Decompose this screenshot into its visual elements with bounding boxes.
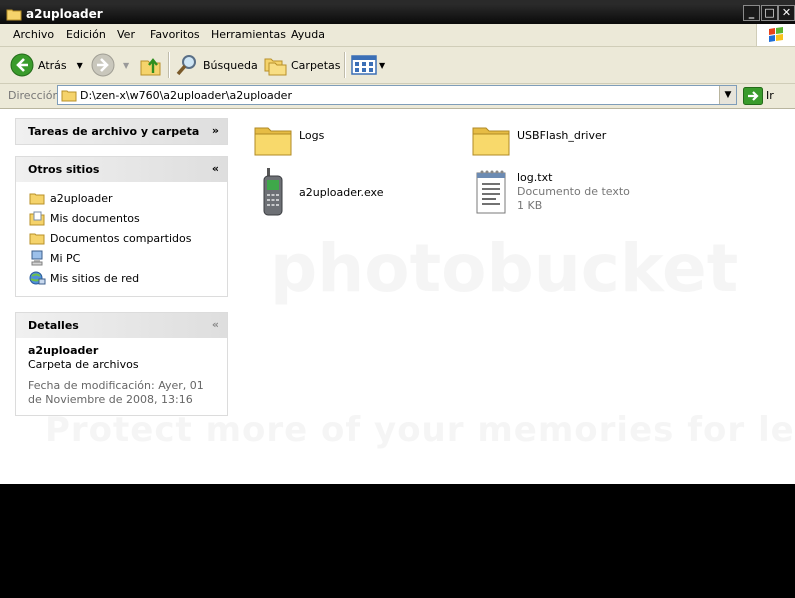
close-button[interactable]: ✕ (778, 5, 795, 21)
back-label: Atrás (38, 58, 67, 72)
menu-bar: Archivo Edición Ver Favoritos Herramient… (0, 24, 795, 47)
back-arrow-icon (10, 53, 34, 77)
empty-desktop-area (0, 484, 795, 598)
chevron-up-icon[interactable]: « (212, 318, 219, 331)
file-item-logs[interactable]: Logs (253, 115, 324, 163)
other-places-header[interactable]: Otros sitios « (16, 156, 227, 182)
go-arrow-icon[interactable] (743, 87, 763, 105)
details-type: Carpeta de archivos (28, 358, 139, 371)
other-places-item-a2uploader[interactable]: a2uploader (28, 188, 227, 208)
views-icon (351, 55, 377, 75)
file-item-a2uploader-exe[interactable]: a2uploader.exe (253, 168, 384, 216)
other-places-item-my-documents[interactable]: Mis documentos (28, 208, 227, 228)
other-places-title: Otros sitios (28, 163, 100, 176)
notepad-icon (476, 170, 506, 214)
chevron-up-icon[interactable]: « (212, 162, 219, 175)
menu-edicion[interactable]: Edición (66, 28, 106, 41)
folders-button[interactable]: Carpetas (263, 47, 340, 83)
back-dropdown-icon[interactable]: ▼ (77, 61, 83, 70)
my-documents-icon (29, 211, 45, 225)
other-places-item-network[interactable]: Mis sitios de red (28, 268, 227, 288)
minimize-button[interactable]: _ (743, 5, 760, 21)
details-title: Detalles (28, 319, 79, 332)
folders-label: Carpetas (291, 58, 341, 72)
maximize-button[interactable]: □ (761, 5, 778, 21)
menu-herramientas[interactable]: Herramientas (211, 28, 286, 41)
file-size: 1 KB (517, 199, 543, 212)
menu-archivo[interactable]: Archivo (13, 28, 54, 41)
address-path: D:\zen-x\w760\a2uploader\a2uploader (80, 89, 292, 102)
window-title: a2uploader (26, 7, 103, 21)
watermark-brand: photobucket (270, 230, 739, 307)
go-label[interactable]: Ir (766, 89, 774, 102)
details-name: a2uploader (28, 344, 99, 357)
address-label: Dirección (8, 89, 60, 102)
file-name: log.txt (517, 171, 553, 184)
other-places-panel: Otros sitios « a2uploader Mis documentos… (15, 156, 228, 297)
folder-icon (6, 9, 22, 21)
up-folder-button[interactable] (139, 47, 163, 83)
other-places-label: a2uploader (50, 191, 113, 205)
other-places-label: Documentos compartidos (50, 231, 192, 245)
details-modified: Fecha de modificación: Ayer, 01 de Novie… (28, 379, 204, 406)
search-label: Búsqueda (203, 58, 258, 72)
back-button[interactable]: Atrás ▼ (10, 47, 83, 83)
views-button[interactable]: ▼ (351, 47, 385, 83)
other-places-item-shared-documents[interactable]: Documentos compartidos (28, 228, 227, 248)
other-places-label: Mis documentos (50, 211, 140, 225)
tasks-panel-header[interactable]: Tareas de archivo y carpeta » (16, 118, 227, 144)
file-name: a2uploader.exe (299, 186, 384, 199)
menu-ayuda[interactable]: Ayuda (291, 28, 325, 41)
menu-favoritos[interactable]: Favoritos (150, 28, 200, 41)
other-places-label: Mi PC (50, 251, 81, 265)
phone-app-icon (263, 168, 283, 216)
address-bar: Dirección D:\zen-x\w760\a2uploader\a2upl… (0, 84, 795, 109)
file-name: Logs (299, 129, 325, 142)
tasks-panel-title: Tareas de archivo y carpeta (28, 125, 200, 138)
folder-icon (472, 127, 510, 156)
folder-icon (29, 233, 45, 244)
views-dropdown-icon[interactable]: ▼ (379, 61, 385, 70)
forward-dropdown-icon[interactable]: ▼ (123, 61, 129, 70)
network-places-icon (29, 271, 46, 285)
forward-arrow-icon (91, 53, 115, 77)
details-panel: Detalles « a2uploader Carpeta de archivo… (15, 312, 228, 416)
folders-icon (264, 58, 287, 76)
other-places-label: Mis sitios de red (50, 271, 140, 285)
folder-icon (29, 193, 45, 204)
menu-ver[interactable]: Ver (117, 28, 135, 41)
windows-logo (756, 24, 795, 46)
up-folder-icon (140, 58, 161, 76)
chevron-down-icon[interactable]: » (212, 124, 219, 137)
file-item-log-txt[interactable]: log.txt Documento de texto 1 KB (471, 168, 630, 216)
windows-flag-icon (769, 27, 783, 42)
search-icon (176, 55, 196, 76)
standard-toolbar: Atrás ▼ ▼ Búsqueda Carpetas ▼ (0, 47, 795, 84)
folder-icon (61, 90, 77, 102)
my-computer-icon (31, 250, 43, 266)
search-button[interactable]: Búsqueda (175, 47, 258, 83)
watermark-tagline: Protect more of your memories for less! (45, 410, 795, 450)
file-name: USBFlash_driver (517, 129, 607, 142)
forward-button[interactable]: ▼ (91, 47, 129, 83)
details-header[interactable]: Detalles « (16, 312, 227, 338)
other-places-item-my-computer[interactable]: Mi PC (28, 248, 227, 268)
title-bar: a2uploader _ □ ✕ (0, 4, 795, 24)
address-input[interactable]: D:\zen-x\w760\a2uploader\a2uploader ▼ (57, 85, 737, 105)
tasks-panel: Tareas de archivo y carpeta » (15, 118, 228, 145)
file-type: Documento de texto (517, 185, 630, 198)
address-dropdown-icon[interactable]: ▼ (719, 86, 736, 104)
file-item-usbflash-driver[interactable]: USBFlash_driver (471, 115, 606, 163)
folder-icon (254, 127, 292, 156)
